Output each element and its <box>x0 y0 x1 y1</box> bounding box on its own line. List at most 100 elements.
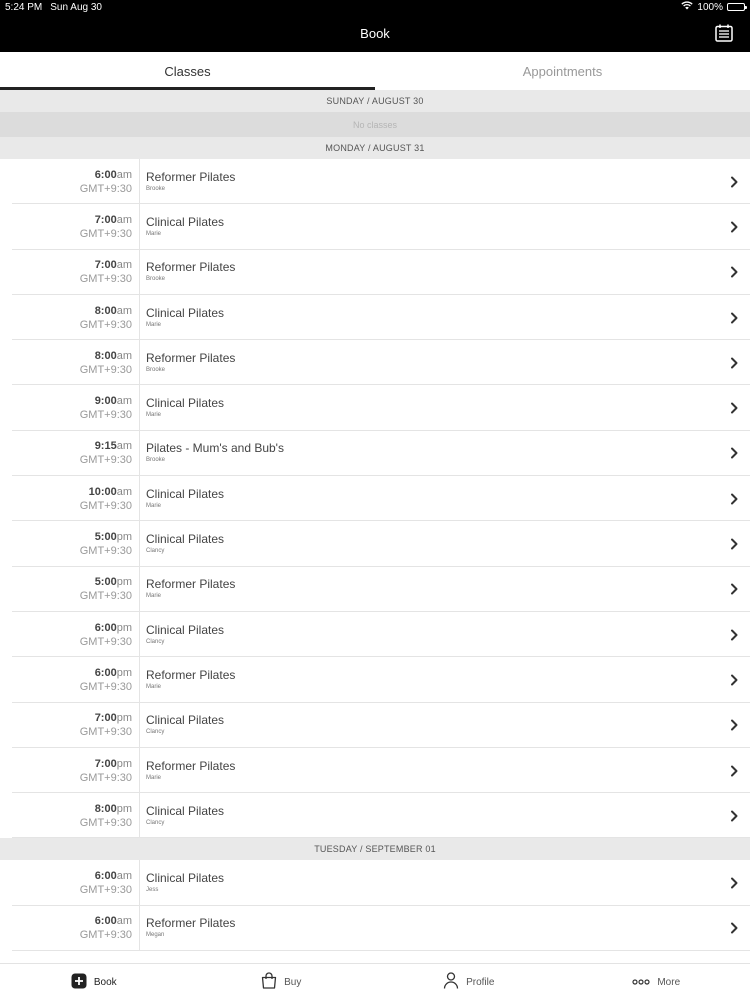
tabbar-book[interactable]: Book <box>0 964 188 1000</box>
class-name: Clinical Pilates <box>146 396 225 411</box>
class-time-cell: 5:00pm GMT+9:30 <box>0 566 140 612</box>
class-start-time: 7:00 <box>94 757 117 770</box>
class-time: 6:00am <box>95 869 132 883</box>
class-row[interactable]: 6:00am GMT+9:30 Reformer Pilates Brooke <box>0 159 750 205</box>
tabbar-buy[interactable]: Buy <box>188 964 376 1000</box>
class-row[interactable]: 8:00pm GMT+9:30 Clinical Pilates Clancy <box>0 793 750 839</box>
chevron-right-icon[interactable] <box>718 295 750 340</box>
bottom-tab-bar: Book Buy Profile More <box>0 963 750 1000</box>
class-start-time: 8:00 <box>94 802 117 815</box>
class-row[interactable]: 6:00am GMT+9:30 Reformer Pilates Megan <box>0 905 750 952</box>
chevron-right-icon[interactable] <box>718 159 750 204</box>
class-ampm: am <box>116 870 132 883</box>
class-name: Clinical Pilates <box>146 803 225 818</box>
class-row[interactable]: 8:00am GMT+9:30 Reformer Pilates Brooke <box>0 340 750 386</box>
class-info: Reformer Pilates Marie <box>140 567 718 612</box>
chevron-right-icon[interactable] <box>718 340 750 385</box>
chevron-right-icon[interactable] <box>718 567 750 612</box>
class-info: Clinical Pilates Jess <box>140 860 718 905</box>
class-row[interactable]: 7:00pm GMT+9:30 Clinical Pilates Clancy <box>0 702 750 749</box>
class-start-time: 6:00 <box>94 870 117 883</box>
class-timezone: GMT+9:30 <box>79 454 132 467</box>
class-row[interactable]: 9:00am GMT+9:30 Clinical Pilates Marie <box>0 385 750 432</box>
class-info: Clinical Pilates Clancy <box>140 612 718 657</box>
class-row[interactable]: 7:00am GMT+9:30 Clinical Pilates Marie <box>0 204 750 250</box>
class-time: 8:00am <box>95 349 132 363</box>
class-time: 7:00am <box>95 258 132 272</box>
class-instructor: Marie <box>146 593 162 600</box>
class-instructor: Brooke <box>146 185 166 192</box>
class-ampm: pm <box>116 802 132 815</box>
class-name: Reformer Pilates <box>146 916 236 931</box>
chevron-right-icon[interactable] <box>718 250 750 295</box>
class-ampm: pm <box>116 531 132 544</box>
class-timezone: GMT+9:30 <box>79 545 132 558</box>
class-info: Clinical Pilates Marie <box>140 385 718 430</box>
class-instructor: Marie <box>146 502 162 509</box>
chevron-right-icon[interactable] <box>718 657 750 702</box>
class-time: 6:00pm <box>95 666 132 680</box>
class-timezone: GMT+9:30 <box>79 590 132 603</box>
no-classes-message: No classes <box>0 112 750 137</box>
chevron-right-icon[interactable] <box>718 385 750 430</box>
class-row[interactable]: 6:00am GMT+9:30 Clinical Pilates Jess <box>0 860 750 907</box>
class-instructor: Brooke <box>146 366 166 373</box>
chevron-right-icon[interactable] <box>718 793 750 838</box>
class-start-time: 7:00 <box>94 259 117 272</box>
class-start-time: 6:00 <box>94 621 117 634</box>
chevron-right-icon[interactable] <box>718 906 750 951</box>
class-ampm: pm <box>116 712 132 725</box>
tab-classes[interactable]: Classes <box>0 52 375 90</box>
class-row[interactable]: 10:00am GMT+9:30 Clinical Pilates Marie <box>0 476 750 522</box>
class-name: Reformer Pilates <box>146 260 236 275</box>
class-row[interactable]: 5:00pm GMT+9:30 Reformer Pilates Marie <box>0 566 750 613</box>
class-time: 6:00am <box>95 168 132 182</box>
class-name: Reformer Pilates <box>146 667 236 682</box>
tabbar-profile[interactable]: Profile <box>375 964 563 1000</box>
chevron-right-icon[interactable] <box>718 860 750 905</box>
day-header: TUESDAY / SEPTEMBER 01 <box>0 838 750 861</box>
class-row[interactable]: 7:00pm GMT+9:30 Reformer Pilates Marie <box>0 747 750 794</box>
class-time-cell: 9:00am GMT+9:30 <box>0 385 140 431</box>
class-time-cell: 7:00am GMT+9:30 <box>0 204 140 250</box>
class-name: Reformer Pilates <box>146 758 236 773</box>
tabbar-book-label: Book <box>93 976 117 988</box>
class-ampm: pm <box>116 666 132 679</box>
class-info: Reformer Pilates Marie <box>140 657 718 702</box>
tab-appointments[interactable]: Appointments <box>375 52 750 90</box>
class-time-cell: 6:00pm GMT+9:30 <box>0 657 140 703</box>
class-timezone: GMT+9:30 <box>79 635 132 648</box>
class-timezone: GMT+9:30 <box>79 182 132 195</box>
class-name: Reformer Pilates <box>146 577 236 592</box>
chevron-right-icon[interactable] <box>718 204 750 249</box>
calendar-list-icon[interactable] <box>714 23 734 43</box>
class-start-time: 7:00 <box>94 712 117 725</box>
class-row[interactable]: 9:15am GMT+9:30 Pilates - Mum's and Bub's B… <box>0 430 750 477</box>
class-name: Clinical Pilates <box>146 871 225 886</box>
chevron-right-icon[interactable] <box>718 521 750 566</box>
class-row[interactable]: 7:00am GMT+9:30 Reformer Pilates Brooke <box>0 249 750 296</box>
class-ampm: pm <box>116 576 132 589</box>
day-header: MONDAY / AUGUST 31 <box>0 137 750 159</box>
class-timezone: GMT+9:30 <box>79 680 132 693</box>
class-row[interactable]: 6:00pm GMT+9:30 Clinical Pilates Clancy <box>0 611 750 658</box>
class-row[interactable]: 6:00pm GMT+9:30 Reformer Pilates Marie <box>0 657 750 703</box>
class-instructor: Clancy <box>146 548 165 555</box>
chevron-right-icon[interactable] <box>718 476 750 521</box>
class-timezone: GMT+9:30 <box>79 884 132 897</box>
class-start-time: 5:00 <box>94 576 117 589</box>
class-timezone: GMT+9:30 <box>79 499 132 512</box>
class-timezone: GMT+9:30 <box>79 816 132 829</box>
class-time: 9:15am <box>95 439 132 453</box>
class-row[interactable]: 8:00am GMT+9:30 Clinical Pilates Marie <box>0 294 750 341</box>
class-timezone: GMT+9:30 <box>79 227 132 240</box>
chevron-right-icon[interactable] <box>718 431 750 476</box>
chevron-right-icon[interactable] <box>718 612 750 657</box>
tabbar-more[interactable]: More <box>563 964 750 1000</box>
chevron-right-icon[interactable] <box>718 748 750 793</box>
class-row[interactable]: 5:00pm GMT+9:30 Clinical Pilates Clancy <box>0 521 750 567</box>
class-schedule-list[interactable]: SUNDAY / AUGUST 30 No classes MONDAY / AUG… <box>0 90 750 963</box>
class-start-time: 5:00 <box>94 531 117 544</box>
chevron-right-icon[interactable] <box>718 703 750 748</box>
class-time: 7:00am <box>95 213 132 227</box>
